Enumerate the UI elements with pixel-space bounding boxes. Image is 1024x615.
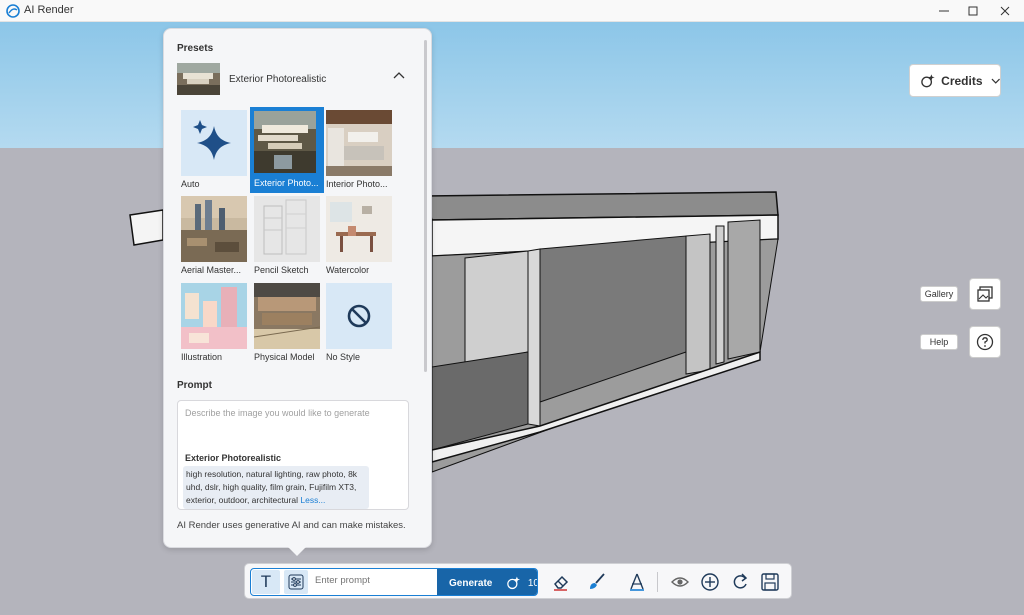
no-style-icon: [326, 283, 392, 349]
preset-label: Interior Photo...: [326, 179, 388, 189]
panel-scrollbar[interactable]: [424, 40, 427, 372]
physical-model-thumbnail: [254, 283, 320, 349]
credits-icon: [507, 576, 521, 590]
close-button[interactable]: [989, 0, 1021, 22]
preset-label: Pencil Sketch: [254, 265, 309, 275]
add-button[interactable]: [698, 570, 722, 594]
auto-sparkle-icon: [181, 110, 247, 176]
bottom-toolbar: T Generate 10: [244, 563, 792, 599]
text-mode-button[interactable]: T: [252, 570, 280, 594]
style-title: Exterior Photorealistic: [185, 453, 282, 463]
chevron-down-icon: [991, 78, 1000, 84]
selected-preset-header[interactable]: Exterior Photorealistic: [177, 63, 413, 95]
add-icon: [701, 573, 719, 591]
watercolor-thumbnail: [326, 196, 392, 262]
preset-label: No Style: [326, 352, 361, 362]
eye-icon: [671, 577, 689, 587]
generate-button[interactable]: Generate 10: [437, 569, 538, 595]
render-viewport[interactable]: Credits Gallery Help: [0, 22, 1024, 615]
app-logo-icon: [6, 4, 20, 18]
gallery-icon: [977, 286, 993, 302]
prompt-bar: T Generate 10: [250, 568, 538, 596]
interior-photo-thumbnail: [326, 110, 392, 176]
gallery-button[interactable]: [969, 278, 1001, 310]
style-description-text: high resolution, natural lighting, raw p…: [186, 469, 358, 505]
toolbar-divider: [657, 572, 658, 592]
maximize-icon: [968, 6, 978, 16]
gallery-label[interactable]: Gallery: [920, 286, 958, 302]
style-description: high resolution, natural lighting, raw p…: [183, 466, 369, 509]
prompt-title: Prompt: [177, 380, 212, 391]
generate-label: Generate: [449, 577, 493, 589]
title-bar: AI Render: [0, 0, 1024, 22]
selected-preset-label: Exterior Photorealistic: [229, 73, 327, 85]
visibility-button[interactable]: [668, 570, 692, 594]
credits-icon: [921, 73, 935, 87]
preset-illustration[interactable]: Illustration: [181, 283, 247, 365]
eraser-button[interactable]: [549, 570, 573, 594]
preset-watercolor[interactable]: Watercolor: [326, 196, 392, 278]
pencil-sketch-thumbnail: [254, 196, 320, 262]
generate-cost: 10: [527, 577, 538, 589]
prompt-placeholder: Describe the image you would like to gen…: [185, 408, 370, 418]
less-link[interactable]: Less...: [300, 495, 325, 505]
sliders-icon: [288, 574, 304, 590]
preset-no-style[interactable]: No Style: [326, 283, 392, 365]
brush-icon: [590, 573, 605, 589]
maximize-button[interactable]: [957, 0, 989, 22]
help-button[interactable]: [969, 326, 1001, 358]
aerial-master-thumbnail: [181, 196, 247, 262]
chevron-up-icon[interactable]: [393, 71, 405, 79]
preset-pencil-sketch[interactable]: Pencil Sketch: [254, 196, 320, 278]
preset-auto[interactable]: Auto: [181, 110, 247, 192]
redo-button[interactable]: [728, 570, 752, 594]
credits-button[interactable]: Credits: [909, 64, 1001, 97]
close-icon: [1000, 6, 1010, 16]
prompt-textarea[interactable]: Describe the image you would like to gen…: [177, 400, 409, 510]
preset-physical-model[interactable]: Physical Model: [254, 283, 320, 365]
illustration-thumbnail: [181, 283, 247, 349]
save-button[interactable]: [758, 570, 782, 594]
preset-interior-photo[interactable]: Interior Photo...: [326, 110, 392, 192]
save-icon: [761, 573, 779, 591]
preset-exterior-photo[interactable]: Exterior Photo...: [250, 107, 324, 193]
preset-aerial-master[interactable]: Aerial Master...: [181, 196, 247, 278]
perspective-icon: [630, 573, 644, 591]
credits-label: Credits: [941, 73, 983, 88]
help-label[interactable]: Help: [920, 334, 958, 350]
settings-button[interactable]: [284, 570, 308, 594]
building-model: [129, 191, 779, 473]
prompt-input[interactable]: [315, 575, 425, 586]
perspective-button[interactable]: [625, 570, 649, 594]
brush-button[interactable]: [585, 570, 609, 594]
preset-label: Watercolor: [326, 265, 370, 275]
panel-caret: [287, 546, 307, 556]
eraser-icon: [554, 575, 569, 591]
presets-title: Presets: [177, 43, 214, 54]
preset-label: Illustration: [181, 352, 223, 362]
selected-preset-thumbnail: [177, 63, 220, 95]
ai-disclaimer: AI Render uses generative AI and can mak…: [177, 520, 406, 531]
minimize-button[interactable]: [928, 0, 960, 22]
help-icon: [976, 333, 994, 351]
window-title: AI Render: [24, 4, 74, 16]
minimize-icon: [939, 10, 949, 12]
preset-label: Physical Model: [254, 352, 315, 362]
exterior-photo-thumbnail: [254, 111, 316, 173]
redo-icon: [733, 573, 748, 589]
preset-label: Auto: [181, 179, 200, 189]
preset-label: Aerial Master...: [181, 265, 242, 275]
preset-label: Exterior Photo...: [254, 178, 319, 188]
